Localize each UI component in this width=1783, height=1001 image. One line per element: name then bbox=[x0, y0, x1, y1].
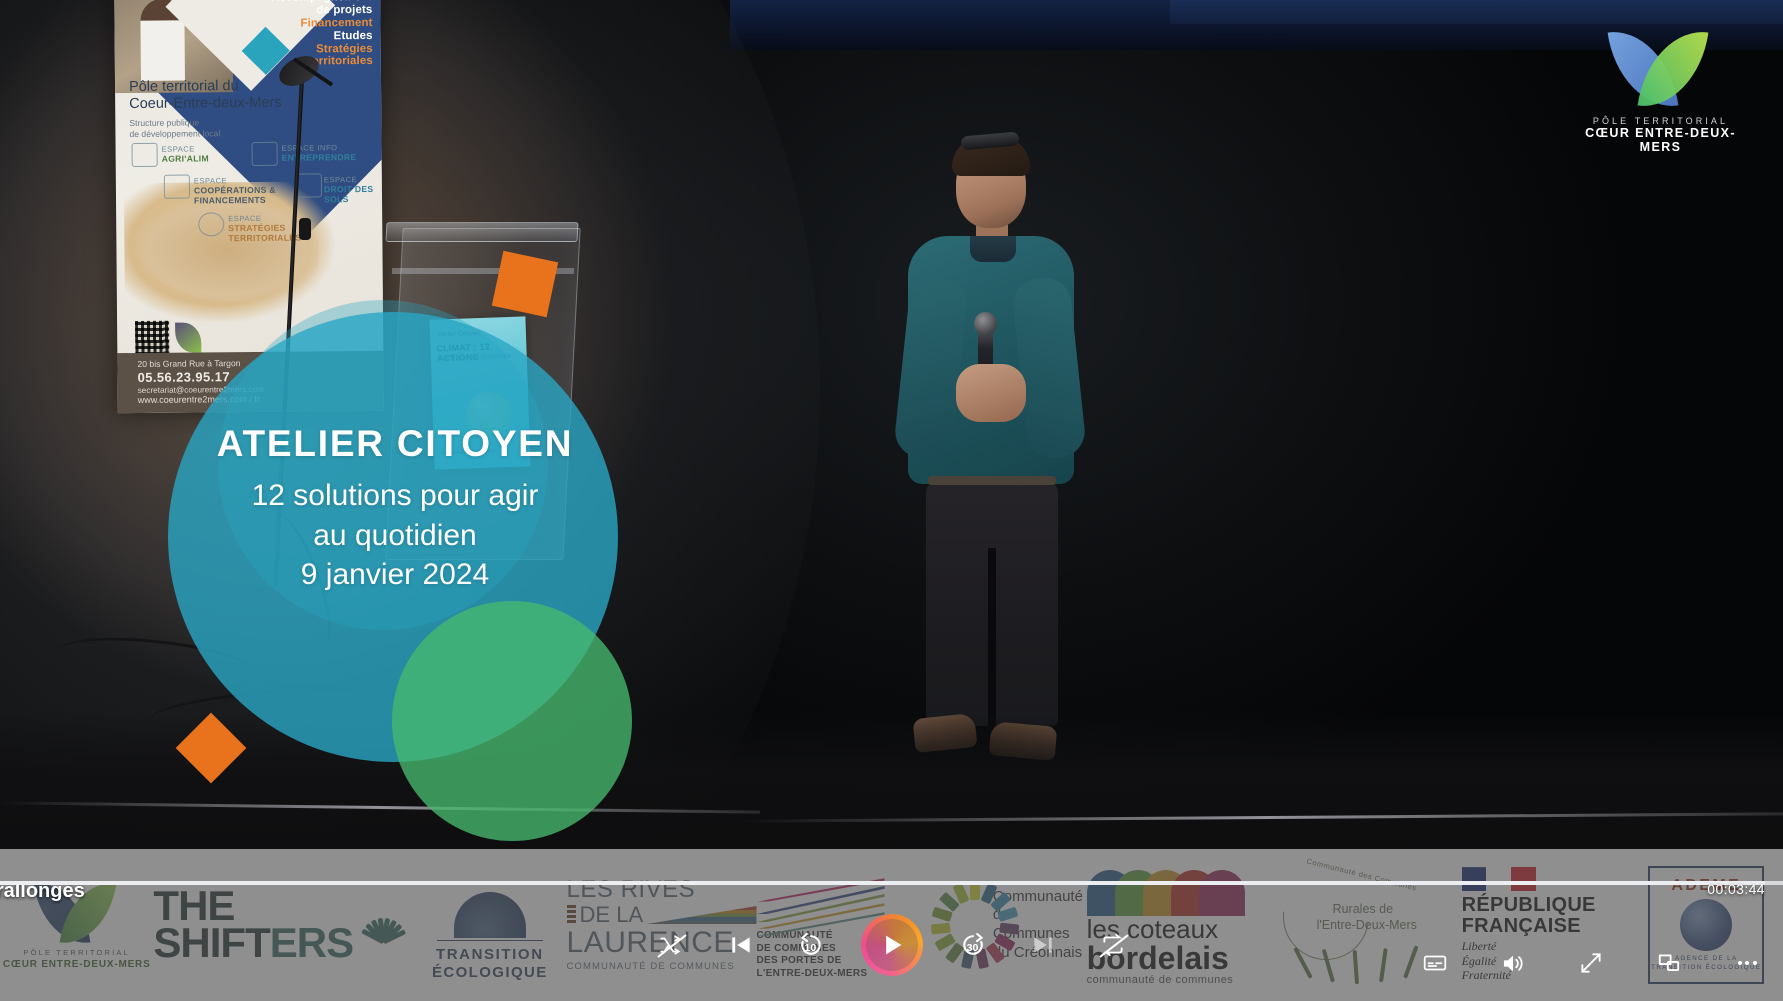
shuffle-icon[interactable] bbox=[651, 925, 691, 965]
slide-line3: 9 janvier 2024 bbox=[160, 555, 630, 595]
piggybank-icon bbox=[164, 175, 190, 199]
play-button[interactable] bbox=[861, 914, 923, 976]
slide-line2: au quotidien bbox=[160, 516, 630, 556]
forward-seconds-label: 30 bbox=[953, 925, 993, 965]
overlay-circle-green bbox=[392, 601, 632, 841]
banner-subtitle: Structure publique de développement loca… bbox=[129, 116, 349, 140]
slide-line1: 12 solutions pour agir bbox=[160, 476, 630, 516]
current-time-label: 00:03:44 bbox=[1707, 881, 1765, 897]
more-options-icon[interactable] bbox=[1727, 943, 1767, 983]
qr-code-icon bbox=[135, 321, 169, 355]
slide-text-block: ATELIER CITOYEN 12 solutions pour agir a… bbox=[160, 425, 630, 595]
volume-icon[interactable] bbox=[1493, 943, 1533, 983]
speaker-leg-gap bbox=[988, 548, 996, 728]
closed-captions-icon[interactable] bbox=[1415, 943, 1455, 983]
speaker-belt bbox=[928, 476, 1056, 485]
microphone-clamp bbox=[299, 218, 311, 240]
backdrop-blue-band-2 bbox=[1170, 0, 1783, 24]
target-icon bbox=[198, 212, 224, 236]
speaker-collar bbox=[970, 236, 1016, 262]
banner-espace-1: ESPACE INFOENTREPRENDRE bbox=[282, 143, 357, 163]
repeat-icon[interactable] bbox=[1093, 925, 1133, 965]
banner-title-line2: Coeur-Entre-deux-Mers bbox=[129, 94, 359, 113]
leaf-logo-icon bbox=[1613, 28, 1709, 110]
speaker-hands bbox=[956, 364, 1026, 422]
speaker-person bbox=[878, 128, 1128, 808]
banner-headline-3: Etudes bbox=[241, 30, 373, 44]
banner-headline-4: Stratégies bbox=[241, 42, 373, 56]
banner-espace-3: ESPACEDROIT DES SOLS bbox=[324, 175, 384, 205]
picture-in-picture-icon[interactable] bbox=[1649, 943, 1689, 983]
watermark-line1: PÔLE TERRITORIAL bbox=[1573, 116, 1748, 126]
secondary-controls bbox=[1415, 943, 1767, 983]
banner-espaces: ESPACEAGRI'ALIM ESPACE INFOENTREPRENDRE … bbox=[124, 141, 375, 253]
banner-headline-1: de projets bbox=[240, 4, 372, 18]
orange-square-decoration bbox=[492, 251, 558, 317]
previous-track-icon[interactable] bbox=[721, 925, 761, 965]
house-icon bbox=[296, 173, 322, 197]
chart-icon bbox=[252, 142, 278, 166]
watermark-line2: CŒUR ENTRE-DEUX-MERS bbox=[1573, 126, 1748, 154]
progress-played bbox=[0, 881, 1765, 885]
lectern-top bbox=[385, 222, 578, 242]
slide-title: ATELIER CITOYEN bbox=[160, 425, 630, 462]
banner-sub-line2: de développement local bbox=[129, 127, 349, 140]
play-icon bbox=[878, 931, 906, 959]
banner-espace-0: ESPACEAGRI'ALIM bbox=[162, 144, 209, 164]
rewind-seconds-label: 10 bbox=[791, 925, 831, 965]
banner-headline-2: Financement bbox=[240, 17, 372, 31]
banner-leaf-icon bbox=[175, 322, 201, 352]
banner-espace-4: ESPACESTRATÉGIES TERRITORIALES bbox=[228, 213, 328, 244]
greenhouse-icon bbox=[132, 143, 158, 167]
fullscreen-icon[interactable] bbox=[1571, 943, 1611, 983]
channel-watermark: PÔLE TERRITORIAL CŒUR ENTRE-DEUX-MERS bbox=[1573, 28, 1748, 154]
next-track-icon[interactable] bbox=[1023, 925, 1063, 965]
progress-bar[interactable] bbox=[0, 875, 1783, 891]
video-player: Accompagnement de projets Financement Et… bbox=[0, 0, 1783, 1001]
forward-30-icon[interactable]: 30 bbox=[953, 925, 993, 965]
rewind-10-icon[interactable]: 10 bbox=[791, 925, 831, 965]
